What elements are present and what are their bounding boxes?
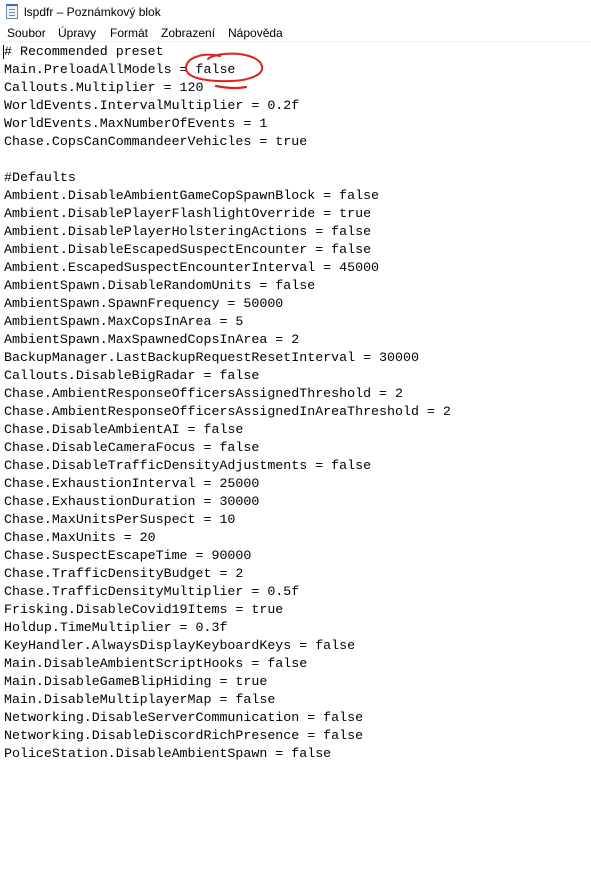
text-line: Chase.DisableAmbientAI = false — [4, 422, 244, 437]
text-line: WorldEvents.MaxNumberOfEvents = 1 — [4, 116, 268, 131]
text-line: AmbientSpawn.MaxSpawnedCopsInArea = 2 — [4, 332, 300, 347]
text-line: Chase.MaxUnits = 20 — [4, 530, 156, 545]
text-line: WorldEvents.IntervalMultiplier = 0.2f — [4, 98, 300, 113]
text-line: Callouts.Multiplier = 120 — [4, 80, 204, 95]
text-line: Chase.CopsCanCommandeerVehicles = true — [4, 134, 308, 149]
text-line: Ambient.DisablePlayerHolsteringActions =… — [4, 224, 372, 239]
text-line: PoliceStation.DisableAmbientSpawn = fals… — [4, 746, 332, 761]
text-editor[interactable]: # Recommended preset Main.PreloadAllModel… — [0, 43, 591, 884]
text-line: Chase.AmbientResponseOfficersAssignedInA… — [4, 404, 451, 419]
text-line: AmbientSpawn.DisableRandomUnits = false — [4, 278, 316, 293]
text-line — [4, 151, 451, 169]
notepad-icon — [6, 4, 18, 19]
editor-lines: # Recommended preset Main.PreloadAllModel… — [4, 43, 451, 763]
text-line: Networking.DisableDiscordRichPresence = … — [4, 728, 364, 743]
text-line: Chase.AmbientResponseOfficersAssignedThr… — [4, 386, 403, 401]
text-line: Chase.DisableTrafficDensityAdjustments =… — [4, 458, 372, 473]
menu-bar: Soubor Úpravy Formát Zobrazení Nápověda — [0, 23, 591, 42]
text-line: Networking.DisableServerCommunication = … — [4, 710, 364, 725]
text-line: Chase.TrafficDensityMultiplier = 0.5f — [4, 584, 300, 599]
text-line: Frisking.DisableCovid19Items = true — [4, 602, 284, 617]
text-line: Holdup.TimeMultiplier = 0.3f — [4, 620, 228, 635]
text-line: Main.DisableGameBlipHiding = true — [4, 674, 268, 689]
text-line: KeyHandler.AlwaysDisplayKeyboardKeys = f… — [4, 638, 356, 653]
text-line: Main.DisableAmbientScriptHooks = false — [4, 656, 308, 671]
text-line: Ambient.DisablePlayerFlashlightOverride … — [4, 206, 372, 221]
window-title: lspdfr – Poznámkový blok — [24, 5, 161, 19]
menu-item-format[interactable]: Formát — [110, 25, 148, 41]
text-line: Chase.MaxUnitsPerSuspect = 10 — [4, 512, 236, 527]
text-line: Chase.DisableCameraFocus = false — [4, 440, 260, 455]
text-line: Chase.SuspectEscapeTime = 90000 — [4, 548, 252, 563]
text-line: Ambient.DisableEscapedSuspectEncounter =… — [4, 242, 372, 257]
text-line: AmbientSpawn.SpawnFrequency = 50000 — [4, 296, 284, 311]
text-line: Chase.TrafficDensityBudget = 2 — [4, 566, 244, 581]
text-line: BackupManager.LastBackupRequestResetInte… — [4, 350, 419, 365]
text-line: Callouts.DisableBigRadar = false — [4, 368, 260, 383]
title-bar[interactable]: lspdfr – Poznámkový blok — [0, 0, 591, 24]
text-line: Ambient.EscapedSuspectEncounterInterval … — [4, 260, 380, 275]
text-line: #Defaults — [4, 170, 76, 185]
text-line: Main.PreloadAllModels = false — [4, 62, 236, 77]
menu-item-zobrazeni[interactable]: Zobrazení — [161, 25, 215, 41]
text-line: # Recommended preset — [4, 44, 164, 59]
menu-item-napoveda[interactable]: Nápověda — [228, 25, 283, 41]
text-line: Chase.ExhaustionDuration = 30000 — [4, 494, 260, 509]
text-line: Ambient.DisableAmbientGameCopSpawnBlock … — [4, 188, 380, 203]
menu-item-upravy[interactable]: Úpravy — [58, 25, 96, 41]
text-line: Chase.ExhaustionInterval = 25000 — [4, 476, 260, 491]
menu-item-soubor[interactable]: Soubor — [7, 25, 46, 41]
text-line: Main.DisableMultiplayerMap = false — [4, 692, 276, 707]
text-line: AmbientSpawn.MaxCopsInArea = 5 — [4, 314, 244, 329]
